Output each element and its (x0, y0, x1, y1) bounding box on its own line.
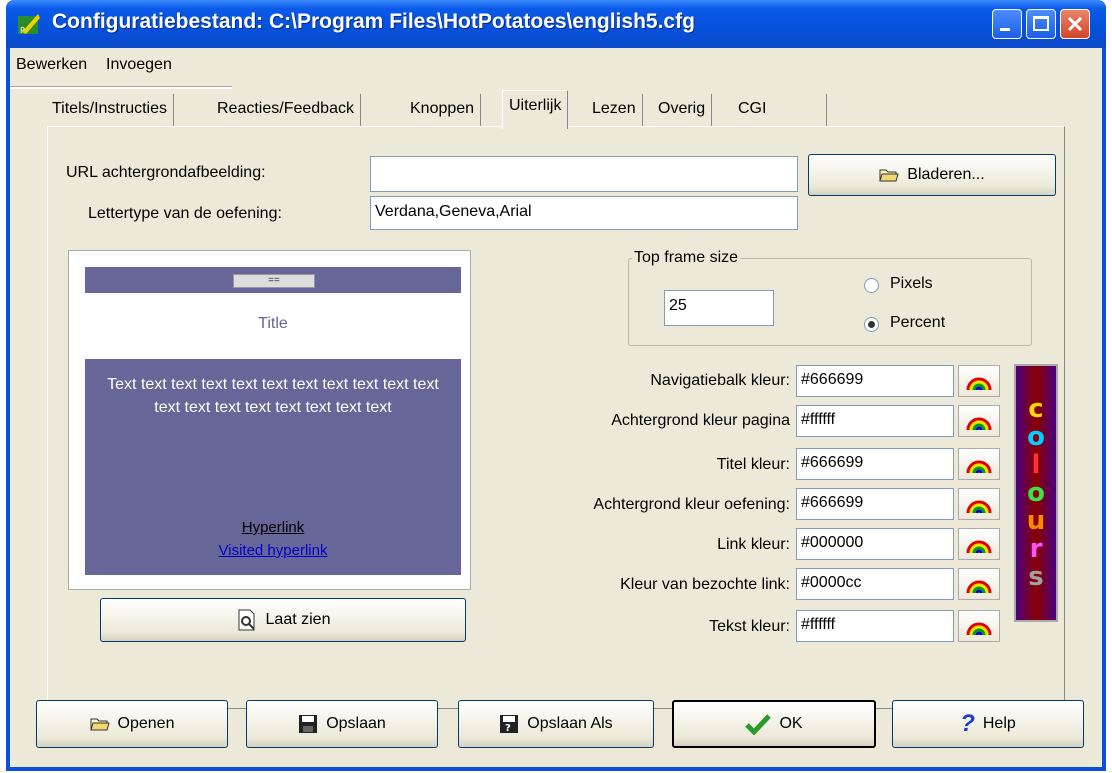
font-input[interactable]: Verdana,Geneva,Arial (370, 196, 798, 230)
colours-letter: u (1026, 506, 1046, 536)
open-button[interactable]: Openen (36, 700, 228, 748)
window-title: Configuratiebestand: C:\Program Files\Ho… (52, 10, 695, 33)
preview-body: Text text text text text text text text … (85, 359, 461, 575)
folder-icon (879, 169, 899, 182)
rainbow-icon (966, 540, 992, 554)
save-as-button[interactable]: ? Opslaan Als (458, 700, 654, 748)
minimize-button[interactable] (992, 9, 1022, 39)
colours-letter: s (1028, 562, 1044, 592)
colours-letter: o (1027, 478, 1045, 508)
visited-link-color-input[interactable]: #0000cc (796, 568, 954, 600)
text-color-label: Tekst kleur: (709, 618, 790, 635)
top-frame-size-input[interactable]: 25 (664, 290, 774, 326)
top-frame-legend: Top frame size (632, 249, 741, 267)
rainbow-icon (966, 622, 992, 636)
tab-lezen[interactable]: Lezen (586, 94, 643, 127)
rainbow-icon (966, 580, 992, 594)
maximize-icon (1033, 16, 1049, 31)
minimize-icon (1000, 28, 1010, 31)
show-label: Laat zien (265, 611, 331, 628)
close-button[interactable] (1060, 9, 1090, 39)
exercise-bg-color-picker[interactable] (958, 488, 1000, 520)
preview-nav-button: == (233, 274, 315, 288)
svg-text:?: ? (505, 723, 511, 734)
ok-button[interactable]: OK (672, 700, 876, 748)
preview-panel: == Title Text text text text text text t… (68, 250, 471, 590)
browse-label: Bladeren... (907, 166, 985, 183)
tab-titels-instructies[interactable]: Titels/Instructies (46, 94, 174, 127)
percent-radio[interactable] (864, 317, 879, 332)
preview-title: Title (258, 315, 288, 332)
preview-visited-hyperlink: Visited hyperlink (218, 542, 328, 559)
preview-nav-bar: == (85, 267, 461, 293)
nav-color-input[interactable]: #666699 (796, 365, 954, 397)
percent-label[interactable]: Percent (890, 314, 945, 332)
colours-button[interactable]: c o l o u r s (1014, 364, 1058, 622)
title-color-label: Titel kleur: (716, 456, 790, 473)
help-button[interactable]: ? Help (892, 700, 1084, 748)
colours-letter: l (1031, 450, 1041, 480)
preview-hyperlink: Hyperlink (241, 519, 305, 536)
browse-button[interactable]: Bladeren... (808, 154, 1056, 196)
menu-bewerken[interactable]: Bewerken (16, 56, 87, 74)
tab-cgi[interactable]: CGI (732, 94, 827, 127)
svg-text:P: P (20, 26, 25, 35)
checkmark-icon (745, 714, 772, 735)
save-as-label: Opslaan Als (527, 715, 613, 732)
help-label: Help (982, 715, 1016, 732)
title-color-picker[interactable] (958, 448, 1000, 480)
hotpotatoes-icon: P (18, 14, 40, 35)
floppy-question-icon: ? (500, 715, 519, 734)
font-label: Lettertype van de oefening: (88, 205, 282, 222)
show-button[interactable]: Laat zien (100, 598, 466, 642)
visited-link-color-picker[interactable] (958, 568, 1000, 600)
nav-color-label: Navigatiebalk kleur: (650, 372, 790, 389)
link-color-input[interactable]: #000000 (796, 528, 954, 560)
close-icon (1067, 16, 1083, 32)
tab-uiterlijk[interactable]: Uiterlijk (502, 90, 569, 129)
nav-color-picker[interactable] (958, 365, 1000, 397)
preview-magnify-icon (238, 609, 255, 631)
rainbow-icon (966, 377, 992, 391)
open-label: Openen (117, 715, 175, 732)
help-icon: ? (960, 710, 975, 737)
folder-open-icon (89, 718, 110, 731)
ok-label: OK (779, 715, 803, 732)
preview-text: Text text text text text text text text … (107, 376, 439, 416)
page-bg-color-picker[interactable] (958, 405, 1000, 437)
page-bg-color-input[interactable]: #ffffff (796, 405, 954, 437)
pixels-label[interactable]: Pixels (890, 275, 933, 293)
exercise-bg-color-input[interactable]: #666699 (796, 488, 954, 520)
menu-bar: Bewerken Invoegen (10, 56, 1102, 82)
text-color-picker[interactable] (958, 610, 1000, 642)
exercise-bg-color-label: Achtergrond kleur oefening: (593, 496, 790, 513)
maximize-button[interactable] (1026, 9, 1056, 39)
colours-letter: o (1027, 422, 1045, 452)
title-color-input[interactable]: #666699 (796, 448, 954, 480)
title-bar[interactable]: P Configuratiebestand: C:\Program Files\… (6, 0, 1106, 48)
text-color-input[interactable]: #ffffff (796, 610, 954, 642)
page-bg-color-label: Achtergrond kleur pagina (611, 412, 790, 429)
menu-separator (10, 86, 232, 89)
rainbow-icon (966, 460, 992, 474)
floppy-icon (299, 715, 318, 733)
rainbow-icon (966, 500, 992, 514)
visited-link-color-label: Kleur van bezochte link: (620, 576, 790, 593)
link-color-picker[interactable] (958, 528, 1000, 560)
menu-invoegen[interactable]: Invoegen (106, 56, 172, 74)
bg-url-label: URL achtergrondafbeelding: (66, 164, 266, 181)
tab-reacties-feedback[interactable]: Reacties/Feedback (211, 94, 361, 127)
pixels-radio[interactable] (864, 278, 879, 293)
save-button[interactable]: Opslaan (246, 700, 438, 748)
bg-url-input[interactable] (370, 156, 798, 192)
tab-knoppen[interactable]: Knoppen (404, 94, 482, 127)
colours-letter: c (1028, 394, 1044, 424)
link-color-label: Link kleur: (717, 536, 790, 553)
rainbow-icon (966, 417, 992, 431)
tab-overig[interactable]: Overig (652, 94, 713, 127)
colours-letter: r (1029, 534, 1043, 564)
save-label: Opslaan (326, 715, 386, 732)
